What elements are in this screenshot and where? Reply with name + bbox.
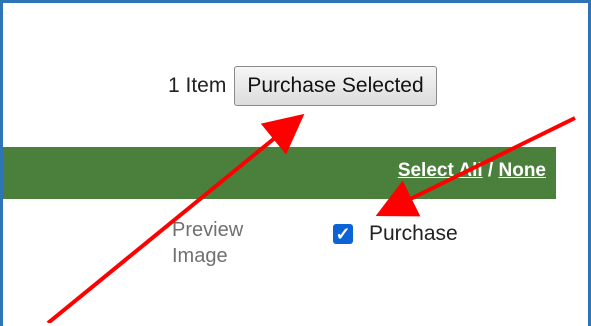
select-separator: /	[482, 160, 499, 181]
select-links: Select All / None	[398, 160, 546, 182]
purchase-checkbox-row[interactable]: ✓ Purchase	[333, 222, 458, 246]
purchase-label: Purchase	[369, 222, 458, 245]
item-count: 1 Item	[168, 74, 227, 97]
toolbar: 1 Item Purchase Selected	[168, 64, 437, 108]
grid-header-bar: Select All / None	[3, 147, 556, 199]
select-none-link[interactable]: None	[499, 160, 547, 181]
purchase-checkbox[interactable]: ✓	[333, 224, 353, 244]
preview-image-label: Preview Image	[172, 219, 244, 267]
purchase-selected-button[interactable]: Purchase Selected	[234, 66, 437, 106]
select-all-link[interactable]: Select All	[398, 160, 483, 181]
